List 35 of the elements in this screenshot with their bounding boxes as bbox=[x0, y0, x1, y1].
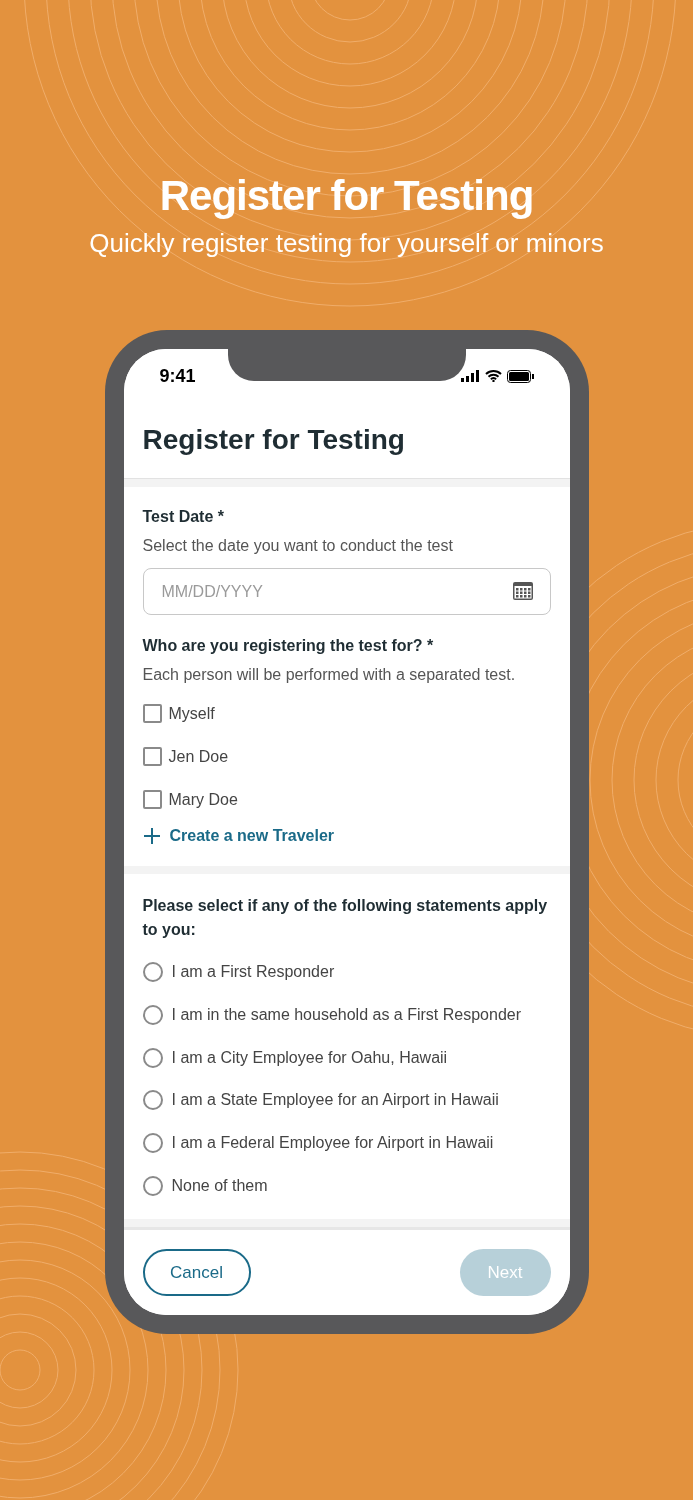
checkbox[interactable] bbox=[142, 747, 162, 766]
date-field[interactable]: MM/DD/YYYY bbox=[142, 568, 551, 615]
radio-button[interactable] bbox=[142, 1175, 163, 1196]
radio-label: I am in the same household as a First Responder bbox=[171, 1005, 521, 1026]
checkbox-label: Jen Doe bbox=[168, 746, 229, 767]
radio-button[interactable] bbox=[142, 1005, 163, 1026]
field-hint: Select the date you want to conduct the test bbox=[142, 536, 454, 556]
question-hint: Each person will be performed with a separated test. bbox=[142, 665, 517, 685]
wifi-icon bbox=[484, 370, 502, 382]
field-label: Test Date * bbox=[142, 507, 225, 527]
cancel-button[interactable]: Cancel bbox=[142, 1249, 251, 1297]
checkbox[interactable] bbox=[142, 704, 162, 723]
radio-label: I am a City Employee for Oahu, Hawaii bbox=[171, 1047, 448, 1068]
radio-label: I am a Federal Employee for Airport in Hawaii bbox=[171, 1133, 494, 1154]
signal-icon bbox=[460, 370, 480, 382]
status-time: 9:41 bbox=[159, 364, 196, 388]
radio-label: I am a State Employee for an Airport in Hawaii bbox=[171, 1090, 499, 1111]
headline: Register for Testing bbox=[159, 171, 534, 221]
radio-button[interactable] bbox=[142, 962, 163, 983]
battery-icon bbox=[506, 369, 534, 383]
plus-icon bbox=[142, 827, 161, 845]
radio-button[interactable] bbox=[142, 1090, 163, 1111]
radio-label: I am a First Responder bbox=[171, 962, 335, 983]
radio-button[interactable] bbox=[142, 1133, 163, 1154]
create-traveler-link[interactable]: Create a new Traveler bbox=[142, 824, 551, 848]
calendar-icon[interactable] bbox=[512, 582, 533, 600]
statements-label: Please select if any of the following statements apply to you: bbox=[142, 896, 549, 940]
radio-button[interactable] bbox=[142, 1047, 163, 1068]
checkbox[interactable] bbox=[142, 790, 162, 809]
checkbox-label: Myself bbox=[168, 703, 215, 724]
question-label: Who are you registering the test for? * bbox=[142, 636, 435, 656]
radio-label: None of them bbox=[171, 1175, 268, 1196]
subtitle: Quickly register testing for yourself or minors bbox=[89, 227, 604, 260]
screen-title: Register for Testing bbox=[142, 422, 405, 457]
checkbox-label: Mary Doe bbox=[168, 789, 238, 810]
